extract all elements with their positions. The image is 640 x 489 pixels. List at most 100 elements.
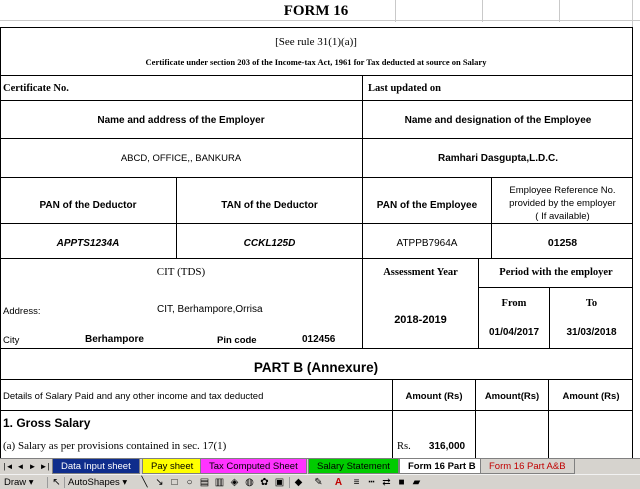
arrow-tool-icon[interactable]: ↘ xyxy=(153,476,166,489)
city-label: City xyxy=(3,334,20,346)
amount-column-2: Amount(Rs) xyxy=(484,390,540,402)
pan-deductor-label: PAN of the Deductor xyxy=(39,199,137,211)
gross-salary-label: 1. Gross Salary xyxy=(3,416,91,430)
table-border xyxy=(0,27,1,458)
oval-tool-icon[interactable]: ○ xyxy=(183,476,196,489)
line-tool-icon[interactable]: ╲ xyxy=(138,476,151,489)
font-color-icon[interactable]: A xyxy=(332,476,345,489)
tab-pay-sheet[interactable]: Pay sheet xyxy=(142,459,203,474)
city-value: Berhampore xyxy=(85,333,144,345)
employee-value: Ramhari Dasgupta,L.D.C. xyxy=(437,152,559,164)
address-value: CIT, Berhampore,Orrisa xyxy=(157,303,263,315)
draw-menu-button[interactable]: Draw ▾ xyxy=(4,475,34,489)
table-border xyxy=(362,75,363,348)
fill-color-icon[interactable]: ◆ xyxy=(292,476,305,489)
arrow-style-icon[interactable]: ⇄ xyxy=(380,476,393,489)
shadow-style-icon[interactable]: ■ xyxy=(395,476,408,489)
first-sheet-button[interactable]: |◄ xyxy=(3,461,14,472)
table-border xyxy=(176,177,177,258)
last-sheet-button[interactable]: ►| xyxy=(39,461,50,472)
vertical-text-box-icon[interactable]: ▥ xyxy=(213,476,226,489)
tab-tax-computed-sheet[interactable]: Tax Computed Sheet xyxy=(200,459,307,474)
tan-deductor-value: CCKL125D xyxy=(243,237,296,249)
table-border xyxy=(392,379,393,458)
emp-ref-label-line3: ( If available) xyxy=(535,211,590,222)
table-border xyxy=(491,177,492,258)
table-border xyxy=(0,348,632,349)
table-border xyxy=(479,287,633,288)
rectangle-tool-icon[interactable]: □ xyxy=(168,476,181,489)
rs-label: Rs. xyxy=(397,440,411,452)
certificate-text: Certificate under section 203 of the Inc… xyxy=(145,57,487,67)
table-border xyxy=(548,379,549,458)
amount-column-3: Amount (Rs) xyxy=(562,390,620,402)
part-b-title: PART B (Annexure) xyxy=(253,359,379,375)
text-box-icon[interactable]: ▤ xyxy=(198,476,211,489)
prev-sheet-button[interactable]: ◄ xyxy=(15,461,26,472)
tab-label: Salary Statement xyxy=(317,461,390,472)
employer-header: Name and address of the Employer xyxy=(97,114,265,126)
table-border xyxy=(0,410,632,411)
select-objects-icon[interactable]: ↖ xyxy=(50,476,63,489)
wordart-icon[interactable]: ◈ xyxy=(228,476,241,489)
from-label: From xyxy=(501,297,527,309)
form16-worksheet[interactable]: FORM 16 [See rule 31(1)(a)] Certificate … xyxy=(0,0,640,458)
to-value: 31/03/2018 xyxy=(566,326,617,338)
emp-ref-label-line1: Employee Reference No. xyxy=(509,185,616,196)
table-border xyxy=(478,258,479,348)
toolbar-separator xyxy=(289,477,290,488)
table-border xyxy=(632,27,633,458)
line-style-icon[interactable]: ≡ xyxy=(350,476,363,489)
table-border xyxy=(0,75,632,76)
salary-171-value: 316,000 xyxy=(428,440,466,452)
drawing-toolbar: Draw ▾ ↖ AutoShapes ▾ ╲ ↘ □ ○ ▤ ▥ ◈ ◍ ✿ … xyxy=(0,474,640,489)
tab-label: Form 16 Part B xyxy=(408,461,476,472)
employee-header: Name and designation of the Employee xyxy=(404,114,592,126)
emp-ref-label-line2: provided by the employer xyxy=(509,198,616,209)
toolbar-separator xyxy=(47,477,48,488)
table-border xyxy=(0,177,632,178)
toolbar-separator xyxy=(64,477,65,488)
pin-value: 012456 xyxy=(302,333,336,345)
period-label: Period with the employer xyxy=(499,266,613,278)
table-border xyxy=(549,287,550,348)
last-updated-label: Last updated on xyxy=(368,82,441,94)
pin-label: Pin code xyxy=(217,334,257,346)
pan-employee-value: ATPPB7964A xyxy=(396,237,458,249)
table-border xyxy=(0,27,632,28)
diagram-icon[interactable]: ◍ xyxy=(243,476,256,489)
3d-style-icon[interactable]: ▰ xyxy=(410,476,423,489)
tab-data-input-sheet[interactable]: Data Input sheet xyxy=(52,459,140,474)
pan-deductor-value: APPTS1234A xyxy=(56,237,120,249)
dash-style-icon[interactable]: ┅ xyxy=(365,476,378,489)
next-sheet-button[interactable]: ► xyxy=(27,461,38,472)
tab-label: Data Input sheet xyxy=(61,461,131,472)
tab-label: Pay sheet xyxy=(151,461,194,472)
to-label: To xyxy=(585,297,598,309)
tab-form16-part-b[interactable]: Form 16 Part B xyxy=(399,459,485,474)
tab-label: Form 16 Part A&B xyxy=(489,461,566,472)
tab-salary-statement[interactable]: Salary Statement xyxy=(308,459,399,474)
line-color-icon[interactable]: ✎ xyxy=(312,476,325,489)
clip-art-icon[interactable]: ✿ xyxy=(258,476,271,489)
assessment-year-value: 2018-2019 xyxy=(394,314,447,326)
emp-ref-value: 01258 xyxy=(547,237,578,249)
cit-label: CIT (TDS) xyxy=(156,266,206,278)
table-border xyxy=(0,223,632,224)
amount-column-1: Amount (Rs) xyxy=(405,390,463,402)
certificate-no-label: Certificate No. xyxy=(3,82,69,94)
rule-reference: [See rule 31(1)(a)] xyxy=(275,36,357,48)
tab-label: Tax Computed Sheet xyxy=(209,461,298,472)
insert-picture-icon[interactable]: ▣ xyxy=(273,476,286,489)
sheet-tab-bar: |◄ ◄ ► ►| Data Input sheet Pay sheet Tax… xyxy=(0,458,640,474)
salary-171-label: (a) Salary as per provisions contained i… xyxy=(3,440,227,452)
tab-form16-part-ab[interactable]: Form 16 Part A&B xyxy=(480,459,575,474)
table-border xyxy=(0,258,632,259)
pan-employee-label: PAN of the Employee xyxy=(376,199,478,211)
autoshapes-menu-button[interactable]: AutoShapes ▾ xyxy=(68,475,127,489)
address-label: Address: xyxy=(3,305,41,317)
table-border xyxy=(0,138,632,139)
table-border xyxy=(475,379,476,458)
details-label: Details of Salary Paid and any other inc… xyxy=(3,390,264,402)
form-title: FORM 16 xyxy=(283,2,349,19)
